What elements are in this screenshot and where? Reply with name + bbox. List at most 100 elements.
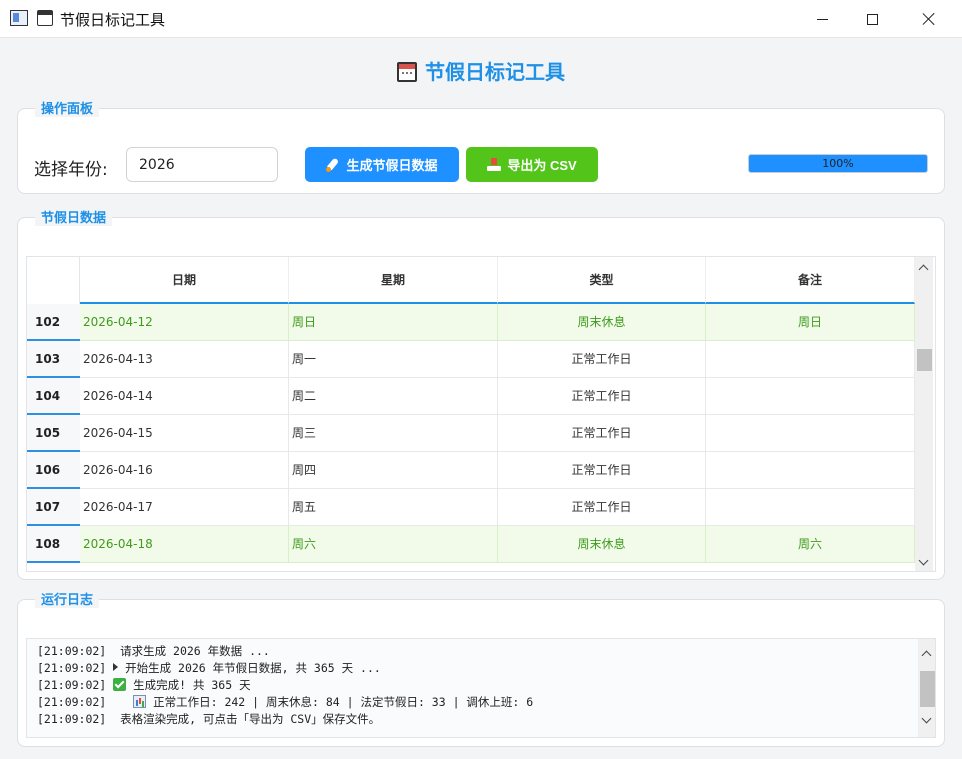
cell-note[interactable] <box>706 415 915 452</box>
row-number[interactable]: 108 <box>27 526 80 563</box>
cell-weekday[interactable]: 周日 <box>289 304 498 341</box>
log-panel-title: 运行日志 <box>35 589 100 608</box>
cell-date[interactable]: 2026-04-13 <box>80 341 289 378</box>
scroll-down-icon[interactable] <box>922 715 932 725</box>
table-corner <box>27 257 80 304</box>
cell-weekday[interactable]: 周四 <box>289 452 498 489</box>
column-header-date[interactable]: 日期 <box>80 257 289 304</box>
log-text: 正常工作日: 242 | 周末休息: 84 | 法定节假日: 33 | 调休上班… <box>146 695 534 709</box>
log-line: [21:09:02] 正常工作日: 242 | 周末休息: 84 | 法定节假日… <box>37 694 533 710</box>
year-input[interactable] <box>126 147 278 182</box>
cell-date[interactable]: 2026-04-16 <box>80 452 289 489</box>
log-line: [21:09:02] 开始生成 2026 年节假日数据, 共 365 天 ... <box>37 660 381 676</box>
log-timestamp: [21:09:02] <box>37 678 107 692</box>
progress-bar: 100% <box>748 154 928 173</box>
data-panel-title: 节假日数据 <box>35 207 113 226</box>
close-button[interactable] <box>904 0 954 38</box>
row-number[interactable]: 103 <box>27 341 80 378</box>
table-row[interactable]: 106 2026-04-16 周四 正常工作日 <box>27 452 915 489</box>
log-line: [21:09:02] 生成完成! 共 365 天 <box>37 677 251 693</box>
title-bar: 节假日标记工具 <box>0 0 962 38</box>
row-number[interactable]: 107 <box>27 489 80 526</box>
cell-weekday[interactable]: 周五 <box>289 489 498 526</box>
row-number[interactable]: 106 <box>27 452 80 489</box>
cell-date[interactable]: 2026-04-12 <box>80 304 289 341</box>
log-text: 表格渲染完成, 可点击「导出为 CSV」保存文件。 <box>113 712 381 726</box>
year-label: 选择年份: <box>34 160 108 180</box>
log-scrollbar[interactable] <box>918 639 935 737</box>
table-row[interactable]: 108 2026-04-18 周六 周末休息 周六 <box>27 526 915 563</box>
cell-date[interactable]: 2026-04-17 <box>80 489 289 526</box>
cell-type[interactable]: 周末休息 <box>498 526 706 563</box>
window-app-icon <box>10 10 28 26</box>
cell-type[interactable]: 正常工作日 <box>498 378 706 415</box>
scroll-up-icon[interactable] <box>919 263 929 273</box>
export-button-label: 导出为 CSV <box>507 158 577 173</box>
table-row[interactable]: 102 2026-04-12 周日 周末休息 周日 <box>27 304 915 341</box>
rocket-icon <box>326 158 340 172</box>
cell-weekday[interactable]: 周六 <box>289 526 498 563</box>
row-number[interactable]: 104 <box>27 378 80 415</box>
close-icon <box>922 12 936 26</box>
cell-note[interactable]: 周日 <box>706 304 915 341</box>
log-timestamp: [21:09:02] <box>37 644 107 658</box>
table-row[interactable]: 107 2026-04-17 周五 正常工作日 <box>27 489 915 526</box>
table-row[interactable]: 103 2026-04-13 周一 正常工作日 <box>27 341 915 378</box>
cell-type[interactable]: 正常工作日 <box>498 341 706 378</box>
scroll-down-icon[interactable] <box>919 557 929 567</box>
minimize-button[interactable] <box>797 0 847 38</box>
chart-icon <box>133 695 147 708</box>
cell-note[interactable] <box>706 452 915 489</box>
app-header: 节假日标记工具 <box>0 56 962 85</box>
log-line: [21:09:02] 请求生成 2026 年数据 ... <box>37 643 270 659</box>
cell-date[interactable]: 2026-04-14 <box>80 378 289 415</box>
window-title: 节假日标记工具 <box>60 11 166 29</box>
row-number[interactable]: 102 <box>27 304 80 341</box>
export-csv-button[interactable]: 导出为 CSV <box>466 147 598 182</box>
scrollbar-thumb[interactable] <box>917 349 932 371</box>
log-timestamp: [21:09:02] <box>37 661 107 675</box>
maximize-icon <box>866 13 878 25</box>
calendar-icon <box>397 62 417 82</box>
cell-date[interactable]: 2026-04-18 <box>80 526 289 563</box>
log-text: 生成完成! 共 365 天 <box>126 678 251 692</box>
check-icon <box>113 678 127 691</box>
cell-date[interactable]: 2026-04-15 <box>80 415 289 452</box>
page-title: 节假日标记工具 <box>425 60 565 84</box>
column-header-note[interactable]: 备注 <box>706 257 915 304</box>
table-row[interactable]: 104 2026-04-14 周二 正常工作日 <box>27 378 915 415</box>
log-timestamp: [21:09:02] <box>37 695 107 709</box>
table-scrollbar[interactable] <box>915 257 933 571</box>
scroll-up-icon[interactable] <box>922 649 932 659</box>
row-number[interactable]: 105 <box>27 415 80 452</box>
progress-text: 100% <box>822 157 854 170</box>
cell-type[interactable]: 正常工作日 <box>498 452 706 489</box>
column-header-type[interactable]: 类型 <box>498 257 706 304</box>
calendar-icon <box>37 10 53 26</box>
cell-weekday[interactable]: 周一 <box>289 341 498 378</box>
log-output[interactable]: [21:09:02] 请求生成 2026 年数据 ... [21:09:02] 开… <box>26 638 936 738</box>
cell-note[interactable]: 周六 <box>706 526 915 563</box>
scrollbar-thumb[interactable] <box>920 671 935 707</box>
generate-button-label: 生成节假日数据 <box>346 158 438 173</box>
log-text: 请求生成 2026 年数据 ... <box>113 644 270 658</box>
table-row[interactable]: 105 2026-04-15 周三 正常工作日 <box>27 415 915 452</box>
cell-type[interactable]: 正常工作日 <box>498 415 706 452</box>
cell-note[interactable] <box>706 378 915 415</box>
cell-note[interactable] <box>706 341 915 378</box>
minimize-icon <box>816 18 828 20</box>
log-text: 开始生成 2026 年节假日数据, 共 365 天 ... <box>118 661 381 675</box>
cell-type[interactable]: 正常工作日 <box>498 489 706 526</box>
cell-weekday[interactable]: 周二 <box>289 378 498 415</box>
log-timestamp: [21:09:02] <box>37 712 107 726</box>
holiday-table: 日期 星期 类型 备注 102 2026-04-12 周日 周末休息 周日 103 2026… <box>26 256 936 572</box>
column-header-weekday[interactable]: 星期 <box>289 257 498 304</box>
cell-type[interactable]: 周末休息 <box>498 304 706 341</box>
log-line: [21:09:02] 表格渲染完成, 可点击「导出为 CSV」保存文件。 <box>37 711 380 727</box>
control-panel-title: 操作面板 <box>35 98 100 117</box>
maximize-button[interactable] <box>847 0 897 38</box>
cell-weekday[interactable]: 周三 <box>289 415 498 452</box>
cell-note[interactable] <box>706 489 915 526</box>
export-icon <box>487 158 502 171</box>
generate-button[interactable]: 生成节假日数据 <box>305 147 459 182</box>
